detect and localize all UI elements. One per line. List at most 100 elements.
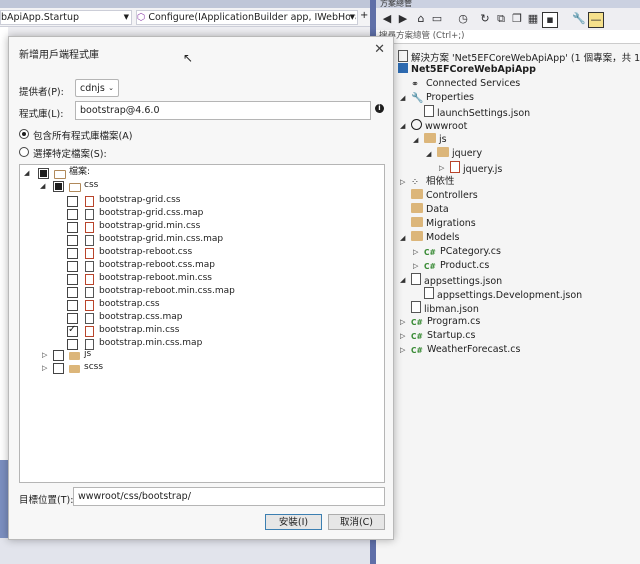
switch-views-icon[interactable]: ▭ bbox=[430, 12, 444, 26]
expand-arrow-icon[interactable]: ▷ bbox=[42, 351, 47, 359]
tree-item-label: Controllers bbox=[426, 190, 478, 201]
solution-explorer-title: 方案總管 bbox=[376, 0, 640, 8]
home-icon[interactable]: ⌂ bbox=[414, 12, 428, 26]
member-combobox[interactable]: ⬡ Configure(IApplicationBuilder app, IWe… bbox=[136, 10, 358, 25]
dependencies-icon: ⁘ bbox=[411, 177, 419, 188]
expand-arrow-icon[interactable]: ▷ bbox=[400, 343, 405, 357]
solution-search-input[interactable]: 搜尋方案總管 (Ctrl+;) bbox=[376, 30, 640, 44]
tree-item[interactable]: Net5EFCoreWebApiApp bbox=[398, 63, 536, 77]
refresh-icon[interactable]: ↻ bbox=[478, 12, 492, 26]
expand-arrow-icon[interactable]: ◢ bbox=[24, 169, 29, 177]
tree-item[interactable]: appsettings.json bbox=[411, 273, 502, 287]
file-checkbox[interactable] bbox=[67, 313, 78, 324]
tree-item[interactable]: C# Product.cs bbox=[424, 259, 489, 273]
tree-item[interactable]: Migrations bbox=[411, 217, 476, 231]
file-checkbox[interactable] bbox=[67, 196, 78, 207]
css-folder-checkbox[interactable] bbox=[53, 181, 64, 192]
collapse-arrow-icon[interactable]: ◢ bbox=[413, 133, 418, 147]
file-label: bootstrap-grid.css.map bbox=[99, 208, 204, 218]
js-folder-checkbox[interactable] bbox=[53, 350, 64, 361]
solution-explorer: 方案總管 ◀ ▶ ⌂ ▭ ◷ ↻ ⧉ ❐ ▦ ▪ 🔧 — 搜尋方案總管 (Ctr… bbox=[376, 0, 640, 564]
tree-item[interactable]: 解決方案 'Net5EFCoreWebApiApp' (1 個專案，共 1 個) bbox=[398, 50, 640, 64]
expand-arrow-icon[interactable]: ▷ bbox=[439, 161, 444, 175]
tree-item[interactable]: C# PCategory.cs bbox=[424, 245, 501, 259]
file-checkbox[interactable] bbox=[67, 235, 78, 246]
file-checkbox[interactable] bbox=[67, 324, 78, 337]
file-label: bootstrap.css.map bbox=[99, 312, 183, 322]
dialog-title: 新增用戶端程式庫 bbox=[19, 50, 99, 61]
tree-item[interactable]: ⁘ 相依性 bbox=[411, 175, 455, 189]
tree-item[interactable]: C# Startup.cs bbox=[411, 329, 475, 343]
expand-arrow-icon[interactable]: ▷ bbox=[413, 245, 418, 259]
file-checkbox[interactable] bbox=[67, 222, 78, 233]
wrench-icon[interactable]: 🔧 bbox=[572, 12, 586, 26]
type-combobox[interactable]: bApiApp.Startup ▼ bbox=[0, 10, 132, 25]
cancel-button[interactable]: 取消(C) bbox=[328, 514, 385, 530]
library-label: 程式庫(L): bbox=[19, 109, 64, 120]
tree-item-label: PCategory.cs bbox=[440, 246, 501, 257]
expand-arrow-icon[interactable]: ▷ bbox=[400, 175, 405, 189]
tree-item-label: Data bbox=[426, 204, 449, 215]
choose-specific-files-radio[interactable] bbox=[19, 147, 29, 157]
collapse-all-icon[interactable]: ⧉ bbox=[494, 12, 508, 26]
tree-item[interactable]: C# WeatherForecast.cs bbox=[411, 343, 520, 357]
info-icon[interactable]: i bbox=[375, 104, 384, 113]
tree-item[interactable]: jquery.js bbox=[450, 161, 502, 175]
tree-item[interactable]: ⚭ Connected Services bbox=[411, 77, 520, 91]
expand-arrow-icon[interactable]: ▷ bbox=[413, 259, 418, 273]
tree-item[interactable]: Data bbox=[411, 203, 449, 217]
mouse-cursor-icon: ↖ bbox=[183, 51, 194, 65]
tree-item-label: WeatherForecast.cs bbox=[427, 344, 521, 355]
file-checkbox[interactable] bbox=[67, 261, 78, 272]
map-file-icon bbox=[85, 261, 94, 272]
tree-item[interactable]: 🔧 Properties bbox=[411, 91, 474, 105]
collapse-arrow-icon[interactable]: ◢ bbox=[400, 119, 405, 133]
file-checkbox[interactable] bbox=[67, 287, 78, 298]
provider-select[interactable]: cdnjs ⌄ bbox=[75, 79, 119, 97]
install-button[interactable]: 安裝(I) bbox=[265, 514, 322, 530]
tree-item[interactable]: launchSettings.json bbox=[424, 105, 530, 119]
expand-arrow-icon[interactable]: ▷ bbox=[400, 315, 405, 329]
tree-item[interactable]: jquery bbox=[437, 147, 482, 161]
back-icon[interactable]: ◀ bbox=[380, 12, 394, 26]
scss-folder-checkbox[interactable] bbox=[53, 363, 64, 374]
collapse-arrow-icon[interactable]: ◢ bbox=[400, 91, 405, 105]
tree-item[interactable]: libman.json bbox=[411, 301, 479, 315]
pending-changes-icon[interactable]: — bbox=[588, 12, 604, 28]
tree-item[interactable]: Models bbox=[411, 231, 459, 245]
expand-arrow-icon[interactable]: ▷ bbox=[42, 364, 47, 372]
files-root-checkbox[interactable] bbox=[38, 168, 49, 179]
tree-item[interactable]: appsettings.Development.json bbox=[424, 287, 582, 301]
history-icon[interactable]: ◷ bbox=[456, 12, 470, 26]
collapse-arrow-icon[interactable]: ◢ bbox=[426, 147, 431, 161]
tree-item-label: Net5EFCoreWebApiApp bbox=[411, 64, 536, 75]
collapse-arrow-icon[interactable]: ◢ bbox=[400, 273, 405, 287]
target-location-input[interactable]: wwwroot/css/bootstrap/ bbox=[73, 487, 385, 506]
tree-item[interactable]: Controllers bbox=[411, 189, 478, 203]
connected-services-icon: ⚭ bbox=[411, 79, 419, 90]
expand-arrow-icon[interactable]: ◢ bbox=[40, 182, 45, 190]
show-all-files-icon[interactable]: ❐ bbox=[510, 12, 524, 26]
tree-item[interactable]: js bbox=[424, 133, 447, 147]
file-checkbox[interactable] bbox=[67, 339, 78, 350]
css-file-icon bbox=[85, 326, 94, 337]
file-checkbox[interactable] bbox=[67, 248, 78, 259]
library-input[interactable]: bootstrap@4.6.0 bbox=[75, 101, 371, 120]
file-checkbox[interactable] bbox=[67, 300, 78, 311]
file-checkbox[interactable] bbox=[67, 209, 78, 220]
tree-item[interactable]: wwwroot bbox=[411, 119, 467, 133]
forward-icon[interactable]: ▶ bbox=[396, 12, 410, 26]
collapse-arrow-icon[interactable]: ◢ bbox=[400, 231, 405, 245]
split-editor-icon[interactable]: + bbox=[360, 10, 368, 21]
properties-icon[interactable]: ▦ bbox=[526, 12, 540, 26]
solution-icon bbox=[398, 50, 408, 62]
file-checkbox[interactable] bbox=[67, 274, 78, 285]
close-icon[interactable]: ✕ bbox=[374, 42, 385, 57]
css-folder-label: css bbox=[84, 180, 99, 190]
expand-arrow-icon[interactable]: ▷ bbox=[400, 329, 405, 343]
preview-selected-icon[interactable]: ▪ bbox=[542, 12, 558, 28]
tree-item[interactable]: C# Program.cs bbox=[411, 315, 480, 329]
include-all-files-radio[interactable] bbox=[19, 129, 29, 139]
scss-folder-label: scss bbox=[84, 362, 104, 372]
include-all-files-label: 包含所有程式庫檔案(A) bbox=[33, 131, 133, 142]
